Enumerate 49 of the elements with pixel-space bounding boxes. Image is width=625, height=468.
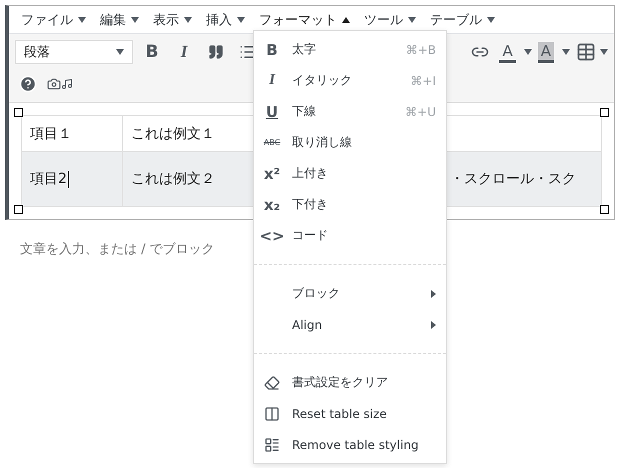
eraser-icon [264,374,280,390]
menu-item[interactable]: 編集 [94,6,145,33]
menu-command[interactable]: B 太字 ⌘+B [254,34,446,65]
cell-text: これは例文１ [131,126,215,142]
format-glyph: I [269,72,275,89]
placeholder-text: 文章を入力、または / でブロック [20,241,215,258]
menu-item[interactable]: 挿入 [200,6,251,33]
camera-icon [47,77,61,91]
cell-text: ・スクロール・スク [450,171,576,187]
resize-handle[interactable] [14,108,23,117]
submenu-arrow-icon [431,290,436,298]
menu-item[interactable]: テーブル [424,6,501,33]
submenu-item[interactable]: Align [254,309,446,340]
background-color-button[interactable]: A [538,39,570,65]
cell-text: 項目2 [30,171,67,187]
quote-icon [208,44,224,60]
resize-handle[interactable] [14,205,23,214]
format-glyph: B [266,40,278,58]
italic-button[interactable]: I [171,39,197,65]
format-glyph: x₂ [264,196,280,214]
menu-item[interactable]: ファイル [15,6,92,33]
menu-command[interactable]: <> コード [254,220,446,251]
cell-text: 項目１ [30,126,72,142]
format-select[interactable]: 段落 [15,40,133,64]
cell-text: これは例文２ [131,171,215,187]
format-glyph: x² [264,164,280,182]
menu-command[interactable]: Remove table styling [254,429,446,460]
submenu-item[interactable]: ブロック [254,278,446,309]
format-glyph: U [266,102,278,120]
resize-handle[interactable] [600,108,609,117]
menu-item[interactable]: 表示 [147,6,198,33]
text-color-button[interactable]: A [499,39,532,65]
menu-command[interactable]: ABC 取り消し線 [254,127,446,158]
menu-command[interactable]: x² 上付き [254,158,446,189]
bold-button[interactable]: B [139,39,165,65]
text-cursor [68,170,69,188]
menu-command[interactable]: Reset table size [254,398,446,429]
menu-item[interactable]: ツール [358,6,422,33]
help-icon [19,75,37,93]
menu-command[interactable]: U 下線 ⌘+U [254,96,446,127]
menu-item[interactable]: フォーマット [253,6,356,33]
submenu-arrow-icon [431,320,436,328]
menu-command[interactable]: 書式設定をクリア [254,367,446,398]
format-glyph: <> [259,226,285,244]
menu-command[interactable]: x₂ 下付き [254,189,446,220]
format-glyph: ABC [264,138,280,147]
resize-handle[interactable] [600,205,609,214]
menu-command[interactable]: I イタリック ⌘+I [254,65,446,96]
music-note-icon [61,78,73,90]
